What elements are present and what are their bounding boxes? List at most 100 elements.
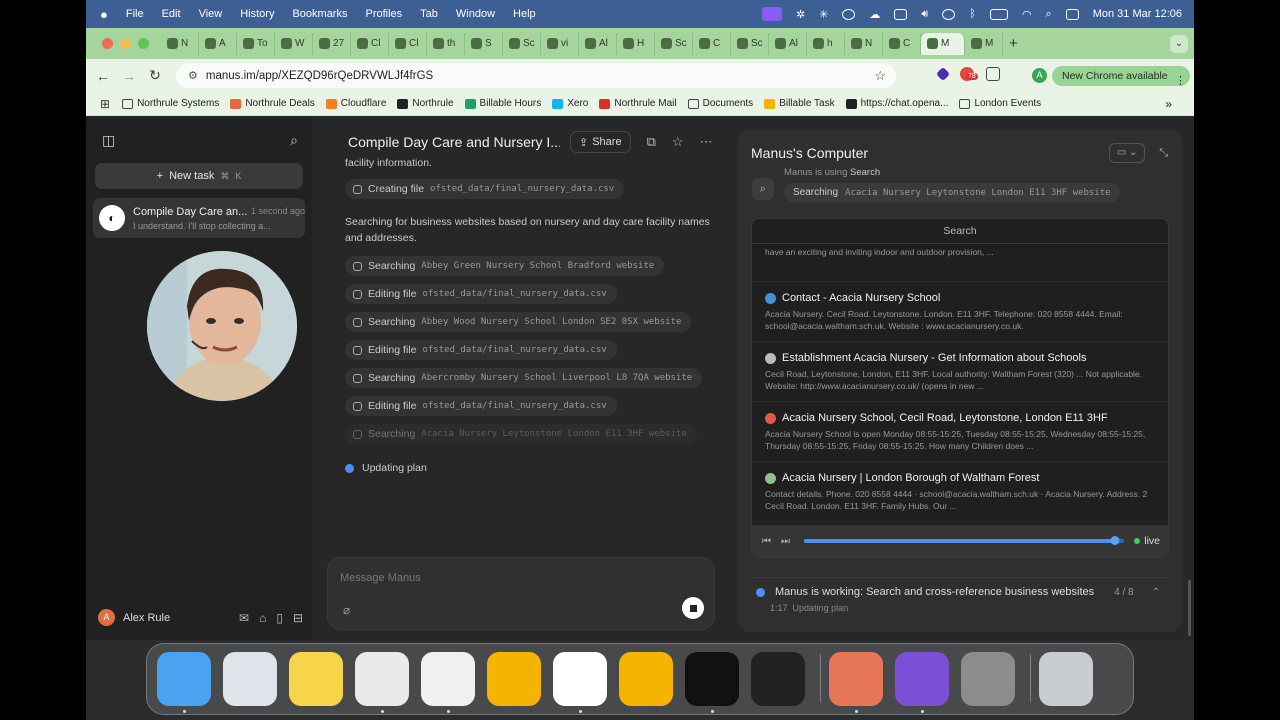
openai-menu-icon[interactable] xyxy=(842,8,856,20)
dock-launchpad-icon[interactable] xyxy=(223,652,277,706)
tool-step-pill[interactable]: Searching Acacia Nursery Leytonstone Lond… xyxy=(345,424,697,444)
tool-step-pill[interactable]: Editing file ofsted_data/final_nursery_da… xyxy=(345,284,617,304)
new-task-button[interactable]: + New task ⌘ K xyxy=(95,163,303,189)
tool-step-pill[interactable]: Editing file ofsted_data/final_nursery_da… xyxy=(345,340,617,360)
sidebar-toggle-icon[interactable]: ◫ xyxy=(102,132,115,149)
browser-tab[interactable]: M xyxy=(921,32,965,55)
mail-icon[interactable]: ✉ xyxy=(239,611,249,625)
menu-bookmarks[interactable]: Bookmarks xyxy=(292,8,347,20)
menu-help[interactable]: Help xyxy=(513,8,536,20)
chevron-up-icon[interactable]: ⌃ xyxy=(1152,587,1160,598)
menu-tab[interactable]: Tab xyxy=(420,8,438,20)
browser-tab[interactable]: M xyxy=(965,32,1003,55)
menu-window[interactable]: Window xyxy=(456,8,495,20)
share-button[interactable]: ⇪ Share xyxy=(570,131,631,153)
bookmark-item[interactable]: Documents xyxy=(687,98,753,109)
minimize-window-icon[interactable] xyxy=(120,38,131,49)
dock-cube-app-icon[interactable] xyxy=(685,652,739,706)
browser-tab[interactable]: Sc xyxy=(503,32,541,55)
back-arrow-icon[interactable]: ← xyxy=(90,68,116,84)
bookmark-item[interactable]: https://chat.opena... xyxy=(845,98,948,109)
star-icon[interactable]: ☆ xyxy=(672,134,684,150)
bookmark-item[interactable]: Xero xyxy=(552,98,588,109)
dock-calculator-icon[interactable] xyxy=(961,652,1015,706)
gear-icon[interactable]: ✲ xyxy=(796,8,805,21)
bookmark-item[interactable]: Cloudflare xyxy=(325,98,386,109)
apple-icon[interactable]: ● xyxy=(100,7,108,22)
battery-icon[interactable] xyxy=(989,8,1008,20)
browser-tab[interactable]: Cl xyxy=(389,32,427,55)
tab-search-button[interactable]: ⌄ xyxy=(1170,34,1188,53)
search-result[interactable]: have an exciting and inviting indoor and… xyxy=(752,246,1168,282)
result-title[interactable]: Acacia Nursery | London Borough of Walth… xyxy=(765,472,1157,484)
brightness-icon[interactable]: ✳ xyxy=(819,8,828,21)
display-icon[interactable] xyxy=(894,8,908,20)
search-result[interactable]: Establishment Acacia Nursery - Get Infor… xyxy=(752,342,1168,402)
bluetooth-icon[interactable]: ᛒ xyxy=(969,8,976,20)
dock-google-ads-icon[interactable] xyxy=(487,652,541,706)
new-tab-button[interactable]: + xyxy=(1009,35,1018,52)
collapse-icon[interactable]: ⤡ xyxy=(1159,147,1168,160)
tool-step-pill[interactable]: Searching Abbey Wood Nursery School Londo… xyxy=(345,312,692,332)
bookmark-item[interactable]: Northrule Systems xyxy=(122,98,219,109)
profile-avatar[interactable]: A xyxy=(1032,68,1047,83)
result-title[interactable]: Establishment Acacia Nursery - Get Infor… xyxy=(765,352,1157,364)
message-input[interactable]: Message Manus xyxy=(340,572,421,584)
dock-trash-icon[interactable] xyxy=(1039,652,1093,706)
wifi-icon[interactable]: ◠ xyxy=(1022,8,1032,21)
dock-github-desktop-icon[interactable] xyxy=(895,652,949,706)
bookmark-item[interactable]: Northrule xyxy=(397,98,454,109)
browser-tab[interactable]: A xyxy=(199,32,237,55)
search-result[interactable]: Acacia Nursery School, Cecil Road, Leyto… xyxy=(752,402,1168,462)
search-result[interactable]: Acacia Nursery | London Borough of Walth… xyxy=(752,462,1168,522)
menu-profiles[interactable]: Profiles xyxy=(365,8,402,20)
user-avatar[interactable]: A xyxy=(98,609,115,626)
dock-terminal-icon[interactable] xyxy=(751,652,805,706)
browser-tab[interactable]: Sc xyxy=(731,32,769,55)
browser-tab[interactable]: Cl xyxy=(351,32,389,55)
skip-back-icon[interactable]: ⏮ xyxy=(762,536,771,547)
menu-file[interactable]: File xyxy=(126,8,144,20)
tool-step-pill[interactable]: Searching Abbey Green Nursery School Brad… xyxy=(345,256,665,276)
stop-button[interactable] xyxy=(682,597,704,619)
copy-icon[interactable]: ⧉ xyxy=(647,134,656,150)
cloud-icon[interactable]: ☁ xyxy=(869,8,880,21)
bookmark-item[interactable]: London Events xyxy=(959,98,1041,109)
browser-tab[interactable]: th xyxy=(427,32,465,55)
dock-chatgpt-icon[interactable] xyxy=(553,652,607,706)
browser-tab[interactable]: C xyxy=(883,32,921,55)
message-composer[interactable]: Message Manus ⌀ xyxy=(327,557,715,630)
result-title[interactable]: Acacia Nursery School, Cecil Road, Leyto… xyxy=(765,412,1157,424)
dock-scrivener-icon[interactable] xyxy=(421,652,475,706)
site-settings-icon[interactable]: ⚙ xyxy=(188,69,198,82)
browser-tab[interactable]: C xyxy=(693,32,731,55)
dock-google-ads-2-icon[interactable] xyxy=(619,652,673,706)
volume-icon[interactable]: 🔊︎ xyxy=(921,8,928,21)
more-bookmarks-icon[interactable]: » xyxy=(1165,97,1172,111)
menu-history[interactable]: History xyxy=(240,8,274,20)
browser-tab[interactable]: 27 xyxy=(313,32,351,55)
close-window-icon[interactable] xyxy=(102,38,113,49)
task-item[interactable]: ◐ Compile Day Care an... 1 second ago I … xyxy=(93,198,305,238)
tool-step-pill[interactable]: Editing file ofsted_data/final_nursery_da… xyxy=(345,396,617,416)
home-icon[interactable]: ⌂ xyxy=(259,611,266,625)
paperclip-icon[interactable]: ⌀ xyxy=(343,603,350,617)
puzzle-icon[interactable] xyxy=(986,67,1000,81)
user-name[interactable]: Alex Rule xyxy=(123,612,170,624)
browser-tab[interactable]: S xyxy=(465,32,503,55)
new-chrome-button[interactable]: New Chrome available xyxy=(1052,66,1190,86)
browser-tab[interactable]: h xyxy=(807,32,845,55)
skip-forward-icon[interactable]: ⏭ xyxy=(781,536,790,547)
browser-tab[interactable]: vi xyxy=(541,32,579,55)
browser-tab[interactable]: Sc xyxy=(655,32,693,55)
task-status[interactable]: Manus is working: Search and cross-refer… xyxy=(751,577,1169,619)
zoom-window-icon[interactable] xyxy=(138,38,149,49)
tool-step-pill[interactable]: Searching Abercromby Nursery School Liver… xyxy=(345,368,703,388)
menu-edit[interactable]: Edit xyxy=(162,8,181,20)
result-title[interactable]: Contact - Acacia Nursery School xyxy=(765,292,1157,304)
bookmark-star-icon[interactable]: ☆ xyxy=(874,68,886,84)
monitor-toggle-button[interactable]: ▭ ⌄ xyxy=(1109,143,1146,163)
search-result[interactable]: Contact - Acacia Nursery School Acacia Nu… xyxy=(752,282,1168,342)
reload-icon[interactable]: ↻ xyxy=(142,67,168,84)
dock-claude-icon[interactable] xyxy=(829,652,883,706)
